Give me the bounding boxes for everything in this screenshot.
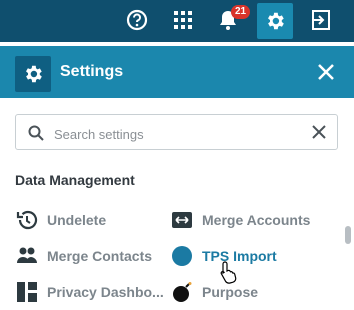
history-icon [15,208,39,232]
item-label: Undelete [47,212,107,228]
notification-badge: 21 [231,5,251,19]
search-input[interactable] [52,123,306,145]
item-label: Privacy Dashbo... [47,284,164,300]
settings-item-purpose[interactable]: Purpose [170,280,258,304]
settings-item-merge-contacts[interactable]: Merge Contacts [15,244,152,268]
hand-cursor-icon [220,260,238,289]
panel-title: Settings [60,63,124,80]
gear-icon[interactable] [257,3,293,39]
close-icon[interactable] [317,63,337,83]
gear-icon [15,56,51,92]
logout-icon[interactable] [306,5,336,35]
people-icon [15,244,39,268]
settings-item-merge-accounts[interactable]: Merge Accounts [170,208,310,232]
bomb-icon [170,280,194,304]
scrollbar-thumb[interactable] [345,226,351,244]
merge-accounts-icon [170,208,194,232]
settings-item-privacy-dashboard[interactable]: Privacy Dashbo... [15,280,164,304]
help-icon[interactable] [122,5,152,35]
clear-search-icon[interactable] [312,125,326,144]
item-label: Merge Contacts [47,248,153,264]
settings-header: Settings [0,46,354,98]
circle-icon [170,244,194,268]
item-label: TPS Import [202,248,277,264]
dashboard-icon [15,280,39,304]
apps-grid-icon[interactable] [168,5,198,35]
settings-item-undelete[interactable]: Undelete [15,208,106,232]
search-box [15,114,338,150]
item-label: Merge Accounts [202,212,311,228]
search-icon [28,125,44,146]
section-title: Data Management [15,172,135,188]
top-bar: 21 [0,0,354,42]
